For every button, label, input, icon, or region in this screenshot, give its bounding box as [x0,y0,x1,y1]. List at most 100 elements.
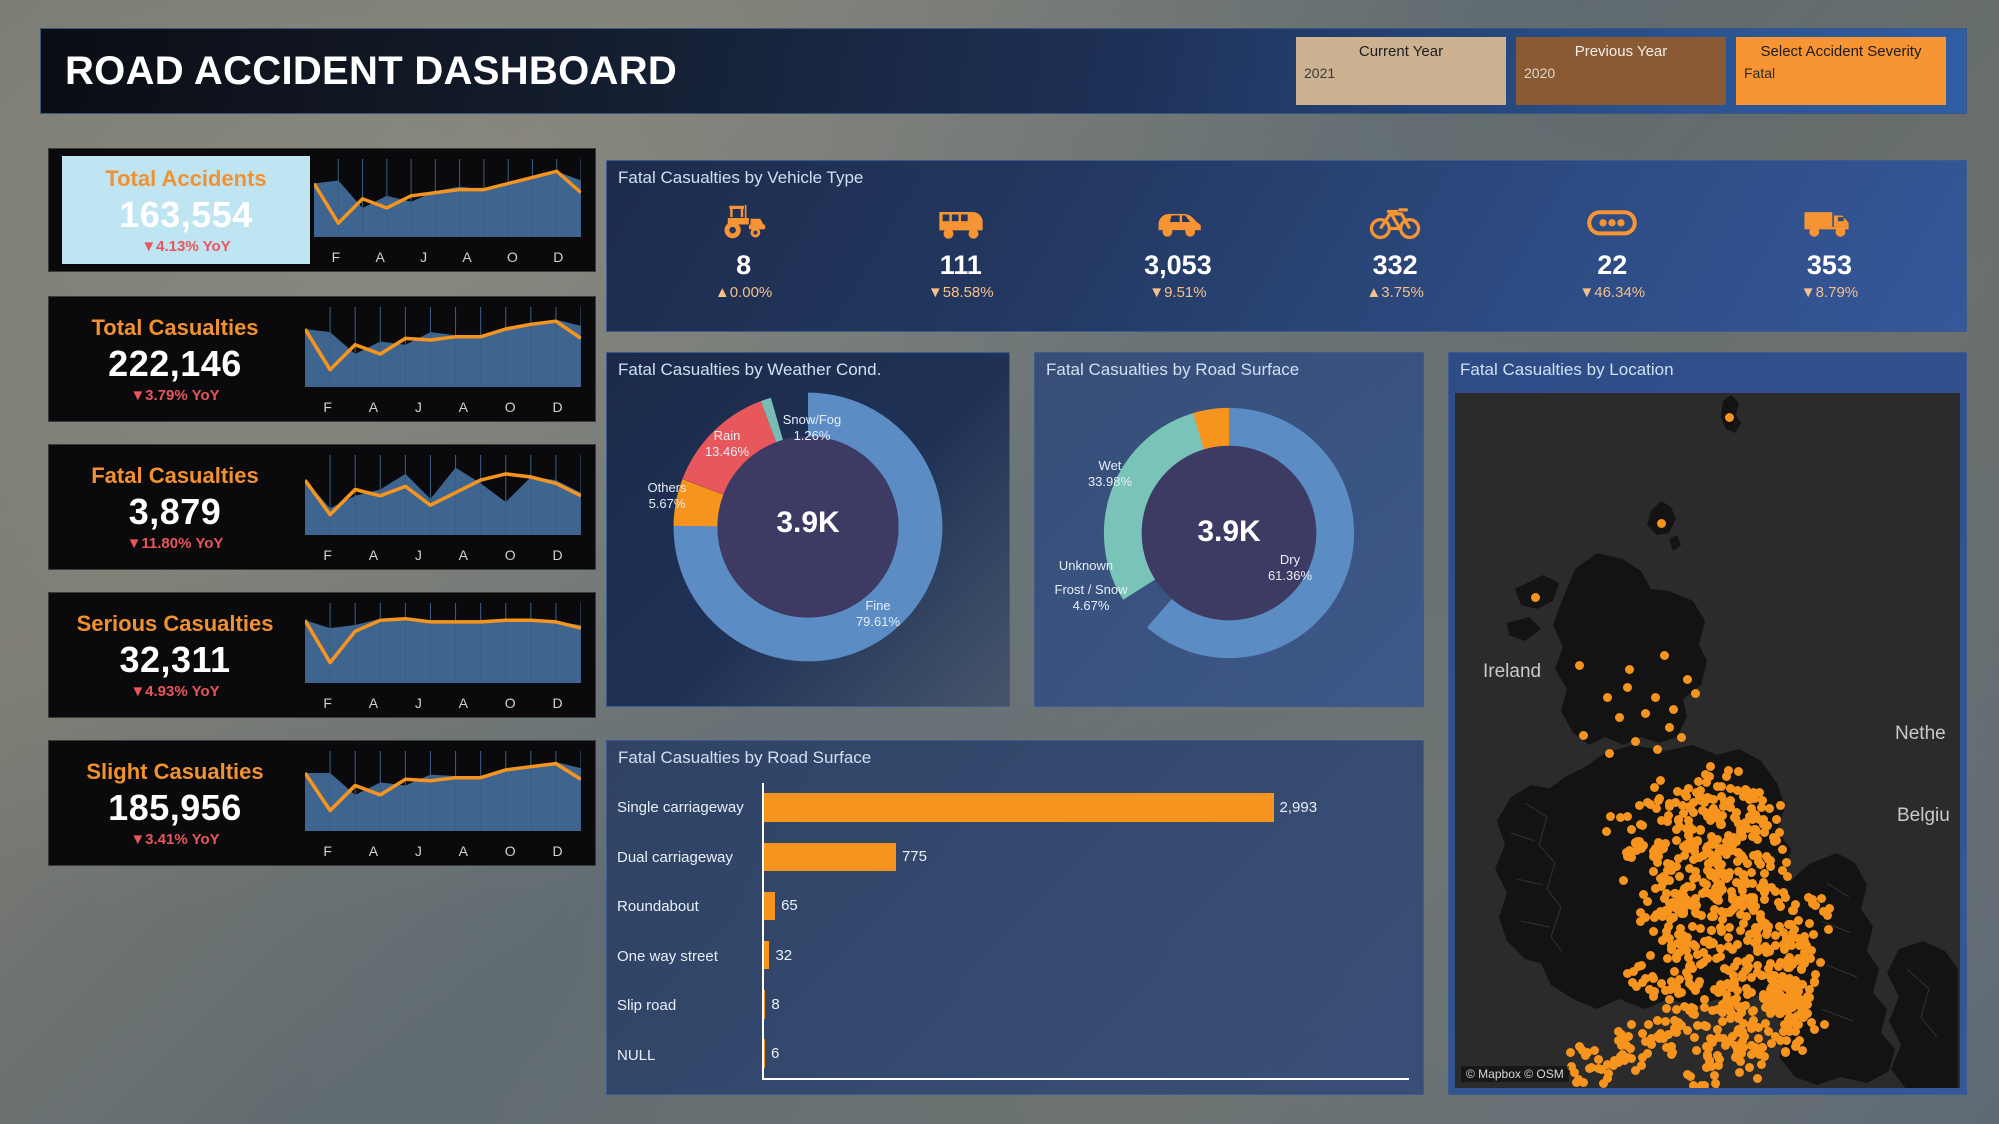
map-dot [1647,1040,1656,1049]
surface-label-frost-snow: Frost / Snow 4.67% [1054,582,1128,613]
bar-row[interactable]: 65 [764,881,1409,930]
map-dot [1800,1007,1809,1016]
bar-row[interactable]: 775 [764,832,1409,881]
map-dot [1694,980,1703,989]
map-dot [1627,825,1636,834]
map-dot [1702,778,1711,787]
kpi-sparkline[interactable]: FAJAOD [310,149,595,271]
map-dot [1747,1050,1756,1059]
kpi-sparkline-axis: FAJAOD [305,843,581,859]
map-dot [1800,948,1809,957]
bar-row[interactable]: 32 [764,931,1409,980]
map-dot [1657,882,1666,891]
map-dot [1707,912,1716,921]
vehicle-stat-car[interactable]: 3,053 ▼9.51% [1069,197,1286,301]
bar-row[interactable]: 8 [764,980,1409,1029]
weather-donut-chart[interactable]: 3.9K Snow/Fog 1.26% Rain 13.46% Others 5.67… [607,380,1009,666]
map-dot [1650,783,1659,792]
kpi-sparkline-svg [305,751,581,831]
slicer-current-year[interactable]: Current Year 2021 [1296,37,1506,105]
map-dot [1753,1074,1762,1083]
map-dot [1778,845,1787,854]
map-dot [1714,848,1723,857]
kpi-sparkline[interactable]: FAJAOD [301,741,595,865]
bicycle-icon [1369,197,1421,247]
slicer-previous-year[interactable]: Previous Year 2020 [1516,37,1726,105]
map-dot [1747,1020,1756,1029]
kpi-value: 222,146 [108,342,242,384]
map-dot [1616,813,1625,822]
map-dot [1653,745,1662,754]
kpi-title: Total Casualties [91,314,259,340]
kpi-card-serious-casualties: Serious Casualties 32,311 ▼4.93% YoY F A J A O D [48,592,596,718]
bar-category-label: Roundabout [617,898,699,916]
map-dot [1713,1051,1722,1060]
vehicle-stat-bus[interactable]: 111 ▼58.58% [852,197,1069,301]
road-surface-donut-chart[interactable]: 3.9K Wet 33.98% Unknown Frost / Snow 4.67%… [1035,380,1423,666]
map-dot [1669,983,1678,992]
bar-row[interactable]: 6 [764,1029,1409,1078]
map-dot [1743,936,1752,945]
vehicle-stat-tractor[interactable]: 8 ▲0.00% [635,197,852,301]
axis-tick: A [368,843,379,859]
map-dot [1716,980,1725,989]
vehicle-value: 332 [1372,250,1418,280]
axis-tick: F [323,547,332,563]
map-dot [1680,789,1689,798]
tractor-icon [718,197,770,247]
map-dot [1809,930,1818,939]
map-dot [1724,933,1733,942]
map-dot [1675,975,1684,984]
vehicle-delta: ▼58.58% [927,284,994,301]
map-dot [1665,723,1674,732]
map-dot [1745,795,1754,804]
bar-fill [764,842,896,872]
bar-category-label: One way street [617,947,718,965]
vehicle-stat-other[interactable]: 22 ▼46.34% [1504,197,1721,301]
dashboard-header: ROAD ACCIDENT DASHBOARD Current Year 202… [40,28,1967,114]
bar-value-label: 2,993 [1279,799,1318,817]
map-dot [1615,713,1624,722]
map-dot [1665,995,1674,1004]
vehicle-stat-van-truck[interactable]: 353 ▼8.79% [1721,197,1938,301]
map-dot [1682,946,1691,955]
surface-label-unknown: Unknown [1058,558,1114,573]
axis-tick: A [462,249,472,265]
slicer-accident-severity-value: Fatal [1744,65,1776,81]
map-dot [1685,864,1694,873]
map-landmass [1455,393,1960,1088]
map-dot [1599,1079,1608,1088]
map-canvas[interactable]: Ireland Nethe Belgiu © Mapbox © OSM [1455,393,1960,1088]
bar-row[interactable]: 2,993 [764,783,1409,832]
bar-value-label: 775 [901,848,927,866]
weather-label-rain: Rain 13.46% [704,428,750,459]
slicer-accident-severity[interactable]: Select Accident Severity Fatal [1736,37,1946,105]
map-dot [1692,1046,1701,1055]
kpi-sparkline[interactable]: FAJAOD [301,445,595,569]
kpi-value: 185,956 [108,786,242,828]
map-dot [1653,1016,1662,1025]
map-dot [1726,803,1735,812]
sparkline-previous-year-area [305,618,581,683]
map-dot [1623,969,1632,978]
bar-category-label: NULL [617,1046,656,1064]
road-surface-bar-chart[interactable]: Single carriageway Dual carriageway Rounda… [607,783,1409,1080]
map-dot [1805,919,1814,928]
weather-donut-title: Fatal Casualties by Weather Cond. [618,360,882,379]
map-dot [1768,971,1777,980]
map-dot [1683,1070,1692,1079]
map-dot [1725,413,1734,422]
map-dot [1691,689,1700,698]
map-dot [1663,817,1672,826]
kpi-sparkline[interactable]: FAJAOD [301,593,595,717]
map-dot [1753,852,1762,861]
map-dot [1789,998,1798,1007]
bar-fill [764,793,1274,822]
map-dot [1727,906,1736,915]
map-dot [1531,593,1540,602]
kpi-title: Slight Casualties [86,758,264,784]
kpi-sparkline[interactable]: FAJAOD [301,297,595,421]
map-dot [1710,1071,1719,1080]
axis-tick: J [414,843,422,859]
vehicle-stat-bicycle[interactable]: 332 ▲3.75% [1287,197,1504,301]
